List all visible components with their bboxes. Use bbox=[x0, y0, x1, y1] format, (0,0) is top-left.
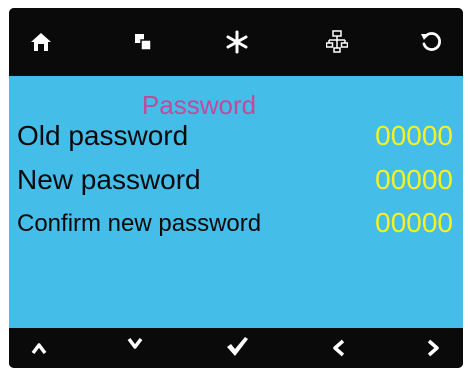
confirm-password-label: Confirm new password bbox=[17, 210, 262, 237]
password-screen: Password Old password 00000 New password… bbox=[9, 76, 463, 328]
old-password-value[interactable]: 00000 bbox=[375, 120, 453, 152]
top-toolbar bbox=[9, 8, 463, 76]
home-icon bbox=[31, 33, 51, 51]
network-icon bbox=[326, 30, 348, 53]
page-title: Password bbox=[141, 90, 257, 120]
right-button[interactable] bbox=[415, 332, 451, 364]
check-icon bbox=[227, 337, 248, 356]
right-icon bbox=[427, 339, 439, 357]
left-button[interactable] bbox=[321, 332, 357, 364]
down-icon bbox=[127, 337, 143, 349]
new-password-value[interactable]: 00000 bbox=[375, 164, 453, 196]
refresh-button[interactable] bbox=[413, 26, 449, 58]
device-frame: Password Old password 00000 New password… bbox=[9, 8, 463, 368]
bottom-navbar bbox=[9, 328, 463, 368]
new-password-label: New password bbox=[17, 164, 201, 195]
confirm-password-value[interactable]: 00000 bbox=[375, 207, 453, 239]
down-button[interactable] bbox=[117, 328, 153, 360]
network-button[interactable] bbox=[319, 26, 355, 58]
copy-button[interactable] bbox=[125, 26, 161, 58]
left-icon bbox=[333, 339, 345, 357]
up-icon bbox=[31, 343, 47, 355]
up-button[interactable] bbox=[21, 332, 57, 364]
confirm-button[interactable] bbox=[219, 330, 255, 362]
old-password-label: Old password bbox=[17, 120, 189, 151]
asterisk-button[interactable] bbox=[219, 26, 255, 58]
refresh-icon bbox=[421, 32, 441, 51]
home-button[interactable] bbox=[23, 26, 59, 58]
asterisk-icon bbox=[226, 30, 248, 54]
copy-icon bbox=[135, 34, 152, 51]
